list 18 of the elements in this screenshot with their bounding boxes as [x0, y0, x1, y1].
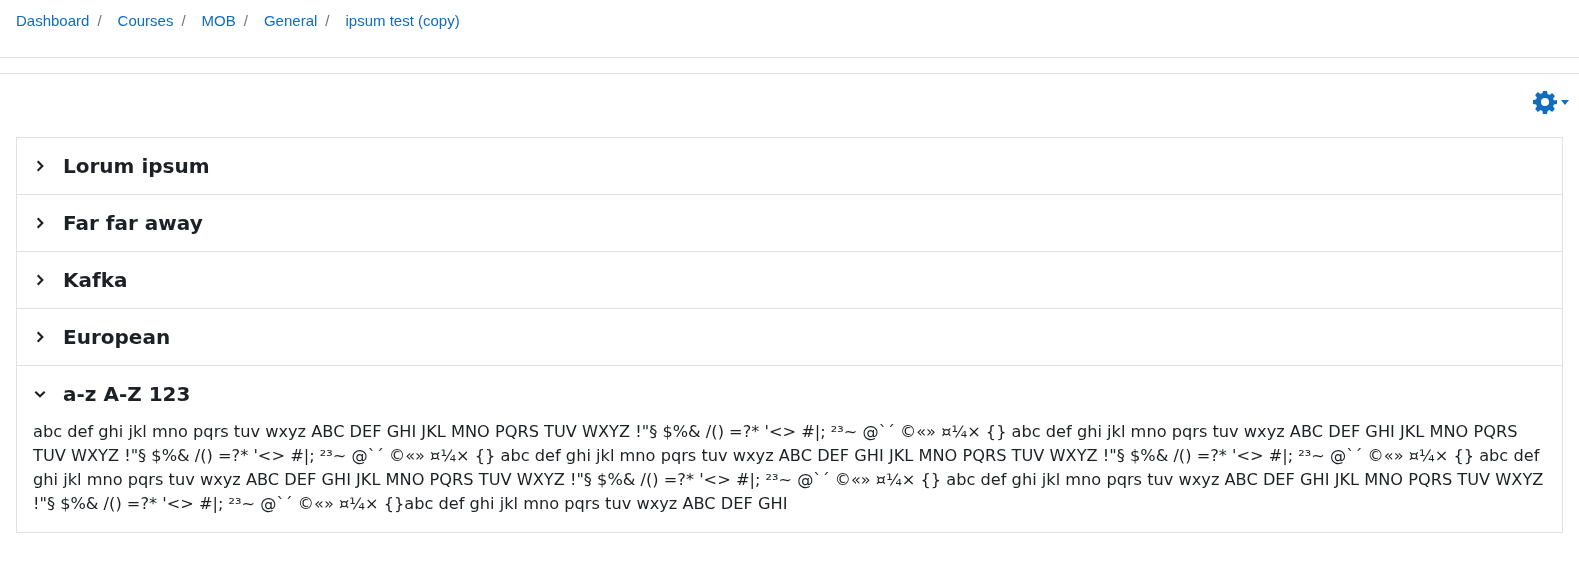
section-header[interactable]: a-z A-Z 123	[17, 366, 1562, 422]
section-header[interactable]: Lorum ipsum	[17, 138, 1562, 194]
breadcrumb-link[interactable]: ipsum test (copy)	[345, 10, 460, 33]
breadcrumb-separator: /	[243, 11, 248, 31]
section-header[interactable]: European	[17, 309, 1562, 365]
section-content: abc def ghi jkl mno pqrs tuv wxyz ABC DEF GHI JKL MNO PQRS TUV WXYZ !"§ $%& /() =?* '<> #|; ²³~ @`´ ©«» ¤¼× {} abc def ghi jkl mno pqrs tuv wxyz ABC DEF GHI JKL MNO PQRS TUV WXYZ !"§ $%& /() =?* '<> #|; ²³~ @`´ ©«» ¤¼× {} abc def ghi jkl mno pqrs tuv wxyz ABC DEF GHI JKL MNO PQRS TUV WXYZ !"§ $%& /() =?* '<> #|; ²³~ @`´ ©«» ¤¼× {} abc def ghi jkl mno pqrs tuv wxyz ABC DEF GHI JKL MNO PQRS TUV WXYZ !"§ $%& /() =?* '<> #|; ²³~ @`´ ©«» ¤¼× {} abc def ghi jkl mno pqrs tuv wxyz ABC DEF GHI JKL MNO PQRS TUV WXYZ !"§ $%& /() =?* '<> #|; ²³~ @`´ ©«» ¤¼× {}abc def ghi jkl mno pqrs tuv wxyz ABC DEF GHI	[32, 421, 1545, 515]
breadcrumb-separator: /	[181, 11, 186, 31]
breadcrumb-link[interactable]: Courses	[117, 10, 174, 33]
section-header[interactable]: Kafka	[17, 252, 1562, 308]
breadcrumb-link[interactable]: MOB	[201, 10, 236, 33]
breadcrumb-link[interactable]: General	[263, 10, 318, 33]
settings-icon	[1533, 90, 1557, 114]
breadcrumb-separator: /	[97, 11, 102, 31]
breadcrumb-separator: /	[325, 11, 330, 31]
section-header[interactable]: Far far away	[17, 195, 1562, 251]
breadcrumb-link[interactable]: Dashboard	[16, 10, 90, 33]
settings-menu-button[interactable]	[1533, 90, 1569, 116]
caret-icon	[1561, 100, 1569, 105]
